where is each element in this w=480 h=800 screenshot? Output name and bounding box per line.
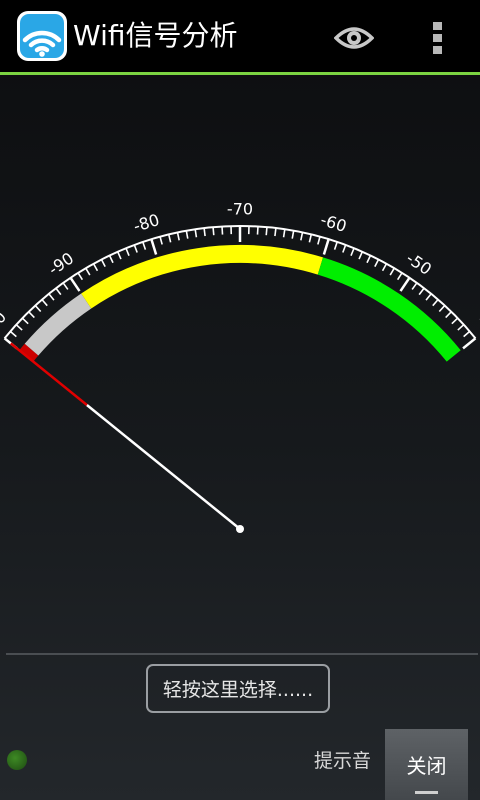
gauge-major-tick [150, 238, 158, 255]
gauge-minor-tick [411, 282, 418, 290]
gauge-minor-tick [291, 230, 295, 239]
gauge-minor-tick [167, 234, 172, 243]
gauge-minor-tick [451, 317, 459, 325]
gauge-minor-tick [125, 247, 130, 256]
gauge-needle [9, 342, 244, 533]
gauge-minor-tick [85, 267, 91, 276]
gauge-minor-tick [77, 272, 84, 281]
gauge-minor-tick [425, 293, 432, 301]
gauge-minor-tick [445, 311, 452, 319]
gauge-needle-body [86, 404, 241, 530]
close-button[interactable]: 关闭 [385, 729, 468, 800]
close-button-label: 关闭 [406, 754, 447, 778]
controls-divider [6, 653, 478, 655]
gauge-minor-tick [21, 317, 29, 325]
gauge-minor-tick [308, 234, 313, 243]
sound-toggle-label[interactable]: 提示音 [314, 748, 371, 774]
gauge-minor-tick [438, 305, 446, 313]
gauge-band-1 [24, 293, 92, 356]
gauge-minor-tick [108, 255, 114, 264]
gauge-major-tick [462, 337, 477, 350]
gauge-minor-tick [212, 227, 215, 236]
gauge-needle-tip [9, 342, 88, 406]
gauge-minor-tick [432, 299, 439, 307]
signal-gauge: -100-90-80-70-60-50-40 dBm [0, 200, 480, 533]
gauge-minor-tick [62, 282, 69, 290]
gauge-minor-tick [381, 263, 388, 272]
gauge-minor-tick [116, 251, 122, 260]
close-button-indicator [415, 791, 438, 794]
gauge-minor-tick [274, 228, 277, 237]
gauge-minor-tick [457, 324, 465, 331]
gauge-needle-hub [236, 525, 244, 533]
gauge-minor-tick [418, 287, 425, 296]
gauge-minor-tick [300, 232, 304, 241]
status-led [7, 750, 27, 770]
gauge-minor-tick [265, 227, 268, 236]
gauge-color-bands [19, 245, 461, 362]
gauge-minor-tick [350, 247, 355, 256]
gauge-minor-tick [396, 272, 403, 281]
gauge-major-tick [69, 277, 81, 292]
gauge-minor-tick [92, 263, 99, 272]
gauge-minor-tick [41, 299, 48, 307]
gauge-minor-tick [133, 244, 138, 253]
gauge-scale [3, 224, 477, 350]
gauge-minor-tick [342, 244, 347, 253]
select-network-button[interactable]: 轻按这里选择...... [146, 664, 330, 713]
gauge-minor-tick [358, 251, 364, 260]
gauge-minor-tick [9, 330, 17, 338]
eye-icon[interactable] [334, 20, 374, 56]
gauge-minor-tick [55, 287, 62, 296]
gauge-minor-tick [34, 305, 42, 313]
gauge-tick-label: -60 [318, 210, 349, 236]
gauge-minor-tick [333, 241, 338, 250]
gauge-tick-label: -90 [45, 249, 77, 279]
gauge-major-tick [399, 277, 411, 292]
gauge-minor-tick [389, 267, 395, 276]
gauge-minor-tick [159, 236, 163, 245]
overflow-menu-icon[interactable] [424, 18, 452, 58]
gauge-tick-label: -50 [403, 249, 435, 279]
gauge-minor-tick [282, 229, 286, 238]
gauge-minor-tick [142, 241, 147, 250]
app-title: Wifi信号分析 [73, 19, 238, 52]
gauge-minor-tick [48, 293, 55, 301]
gauge-band-3 [317, 257, 461, 362]
gauge-tick-label: -80 [131, 210, 162, 236]
gauge-scale-arc [3, 224, 477, 339]
gauge-minor-tick [15, 324, 23, 331]
wifi-icon [17, 11, 67, 61]
action-bar: Wifi信号分析 [0, 0, 480, 72]
gauge-tick-label: -70 [227, 200, 253, 219]
gauge-minor-tick [366, 255, 372, 264]
gauge-tick-labels: -100-90-80-70-60-50-40 [0, 200, 480, 348]
gauge-minor-tick [100, 259, 106, 267]
gauge-minor-tick [28, 311, 35, 319]
action-bar-divider [0, 72, 480, 75]
gauge-band-2 [81, 245, 324, 309]
gauge-minor-tick [317, 236, 321, 245]
gauge-minor-tick [463, 330, 471, 338]
gauge-minor-tick [185, 230, 189, 239]
gauge-minor-tick [203, 228, 206, 237]
gauge-minor-tick [176, 232, 180, 241]
gauge-minor-tick [374, 259, 380, 267]
gauge-major-tick [322, 238, 330, 255]
gauge-minor-tick [194, 229, 198, 238]
